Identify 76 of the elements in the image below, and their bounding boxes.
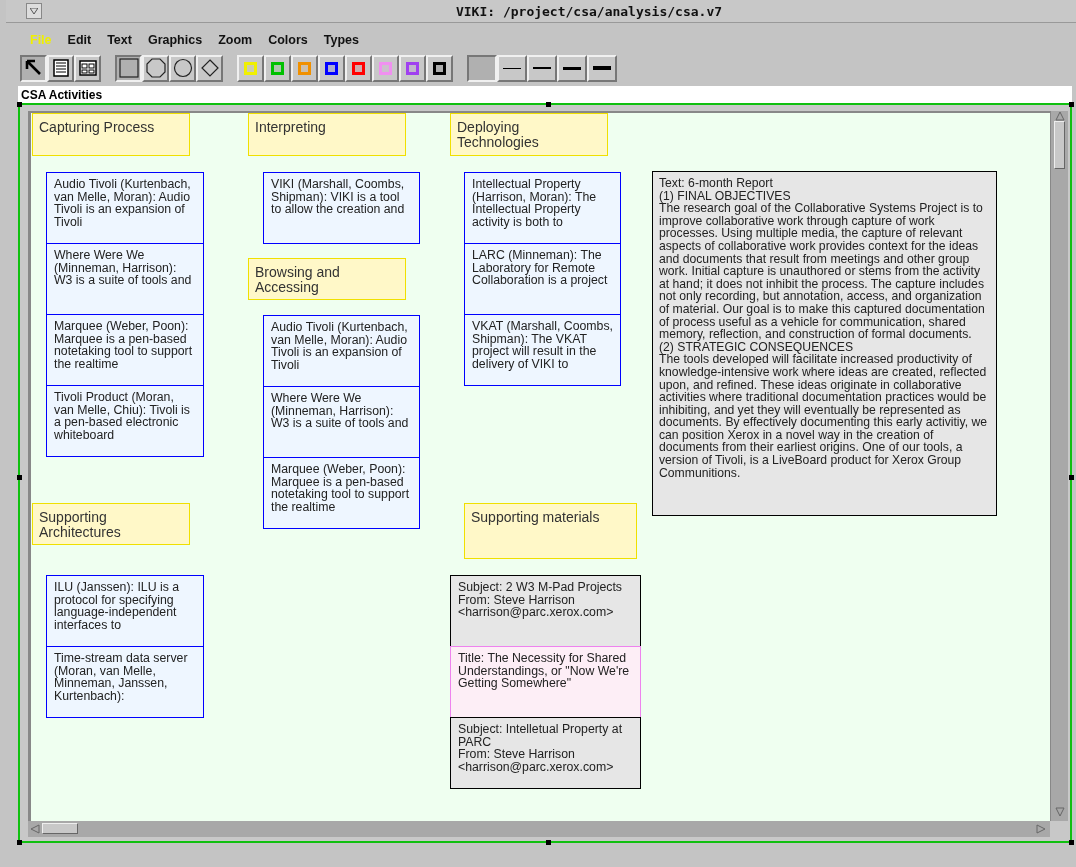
menu-item[interactable]: Zoom xyxy=(212,33,259,47)
down-arrow-icon[interactable] xyxy=(1055,807,1065,817)
color-button[interactable] xyxy=(291,54,318,82)
heading-note[interactable]: Browsing and Accessing xyxy=(248,258,406,300)
line-width-icon xyxy=(592,65,612,71)
line-width-icon xyxy=(502,66,522,70)
color-swatch-icon xyxy=(433,61,446,75)
right-arrow-icon[interactable] xyxy=(1036,824,1046,834)
menu-item[interactable]: Text xyxy=(101,33,138,47)
collection-icon xyxy=(77,58,98,78)
caret-icon xyxy=(30,8,38,14)
rectangle-icon xyxy=(118,58,139,78)
heading-note[interactable]: Capturing Process xyxy=(32,113,190,156)
heading-note[interactable]: Deploying Technologies xyxy=(450,113,608,156)
tool-button[interactable] xyxy=(20,54,47,82)
color-button[interactable] xyxy=(345,54,372,82)
note-card[interactable]: VIKI (Marshall, Coombs, Shipman): VIKI is a tool to allow the creation and xyxy=(263,172,420,244)
up-arrow-icon[interactable] xyxy=(1055,111,1065,121)
scrollbar-thumb[interactable] xyxy=(1054,121,1065,169)
color-swatch-icon xyxy=(406,61,419,75)
shape-button[interactable] xyxy=(115,54,142,82)
menu-item[interactable]: Edit xyxy=(61,33,98,47)
menu-item[interactable]: Graphics xyxy=(141,33,209,47)
color-swatch-icon xyxy=(271,61,284,75)
note-card[interactable]: LARC (Minneman): The Laboratory for Remote Collaboration is a project xyxy=(464,243,621,315)
note-card[interactable]: Tivoli Product (Moran, van Melle, Chiu): Tivoli is a pen-based electronic whiteboard xyxy=(46,385,204,457)
note-card[interactable]: ILU (Janssen): ILU is a protocol for specifying language-independent interfaces to xyxy=(46,575,204,647)
resize-handle[interactable] xyxy=(546,102,551,107)
menu-item[interactable]: Types xyxy=(317,33,365,47)
heading-note[interactable]: Supporting materials xyxy=(464,503,637,559)
text-list-icon xyxy=(50,58,71,78)
heading-note[interactable]: Supporting Architectures xyxy=(32,503,190,545)
color-button[interactable] xyxy=(264,54,291,82)
color-button[interactable] xyxy=(318,54,345,82)
scrollbar-thumb[interactable] xyxy=(42,823,78,834)
note-card[interactable]: Title: The Necessity for Shared Understandings, or "Now We're Getting Somewhere" xyxy=(450,646,641,718)
text-note[interactable]: Text: 6-month Report (1) FINAL OBJECTIVES The research goal of the Collaborative Systems Project is to improve collaborative work through capture of work processes. Using multiple media, the capture of relevant aspects of collaborative work provides context for the ideas and documents that result from meetings and other group work. Initial capture is unauthored or stems from the activity at hand; it does not inhibit the process. The capture includes not only recording, but annotation, access, and organization of material. Our goal is to make this captured documentation of process useful as a vehicle for communication, shared memory, reflection, and construction of formal documents. (2) STRATEGIC CONSEQUENCES The tools developed will facilitate increased productivity of knowledge-intensive work where ideas are created, reflected upon, and refined. These ideas originate in collaborative activities where traditional documentation practices would be inhibiting, and yet they will eventually be represented as documents. By effectively documenting this early activitiy, we can position Xerox in a novel way in the creation of documents from their earliest origins. One of our tools, a version of Tivoli, is a LiveBoard product for Xerox Group Communitions. xyxy=(652,171,997,516)
line-width-icon xyxy=(532,66,552,70)
window-menu-button[interactable] xyxy=(26,3,42,19)
left-arrow-icon[interactable] xyxy=(30,824,40,834)
heading-note[interactable]: Interpreting xyxy=(248,113,406,156)
resize-handle[interactable] xyxy=(1069,475,1074,480)
note-card[interactable]: Audio Tivoli (Kurtenbach, van Melle, Moran): Audio Tivoli is an expansion of Tivoli xyxy=(263,315,420,387)
color-button[interactable] xyxy=(372,54,399,82)
color-button[interactable] xyxy=(237,54,264,82)
resize-handle[interactable] xyxy=(17,840,22,845)
resize-handle[interactable] xyxy=(546,840,551,845)
note-card[interactable]: Where Were We (Minneman, Harrison): W3 is a suite of tools and xyxy=(46,243,204,315)
diamond-icon xyxy=(199,58,220,78)
note-card[interactable]: Subject: Intelletual Property at PARC From: Steve Harrison <harrison@parc.xerox.com> xyxy=(450,717,641,789)
line-width-icon xyxy=(562,65,582,71)
resize-handle[interactable] xyxy=(1069,840,1074,845)
note-card[interactable]: Where Were We (Minneman, Harrison): W3 is a suite of tools and xyxy=(263,386,420,458)
horizontal-scrollbar[interactable] xyxy=(28,821,1050,837)
resize-handle[interactable] xyxy=(17,102,22,107)
note-card[interactable]: Marquee (Weber, Poon): Marquee is a pen-based notetaking tool to support the realtime xyxy=(263,457,420,529)
collection-title: CSA Activities xyxy=(18,86,1072,103)
note-card[interactable]: Subject: 2 W3 M-Pad Projects From: Steve Harrison <harrison@parc.xerox.com> xyxy=(450,575,641,647)
color-swatch-icon xyxy=(379,61,392,75)
window-title: VIKI: /project/csa/analysis/csa.v7 xyxy=(454,3,724,19)
vertical-scrollbar[interactable] xyxy=(1050,111,1068,821)
note-card[interactable]: Marquee (Weber, Poon): Marquee is a pen-based notetaking tool to support the realtime xyxy=(46,314,204,386)
resize-handle[interactable] xyxy=(1069,102,1074,107)
resize-handle[interactable] xyxy=(17,475,22,480)
color-swatch-icon xyxy=(244,61,257,75)
color-button[interactable] xyxy=(426,54,453,82)
menu-item[interactable]: Colors xyxy=(262,33,314,47)
note-card[interactable]: Intellectual Property (Harrison, Moran): The Intellectual Property activity is both to xyxy=(464,172,621,244)
note-card[interactable]: VKAT (Marshall, Coombs, Shipman): The VKAT project will result in the delivery of VIKI to xyxy=(464,314,621,386)
note-card[interactable]: Time-stream data server (Moran, van Melle, Minneman, Janssen, Kurtenbach): xyxy=(46,646,204,718)
color-swatch-icon xyxy=(352,61,365,75)
color-swatch-icon xyxy=(298,61,311,75)
note-card[interactable]: Audio Tivoli (Kurtenbach, van Melle, Moran): Audio Tivoli is an expansion of Tivoli xyxy=(46,172,204,244)
circle-icon xyxy=(172,58,193,78)
color-swatch-icon xyxy=(325,61,338,75)
color-button[interactable] xyxy=(399,54,426,82)
